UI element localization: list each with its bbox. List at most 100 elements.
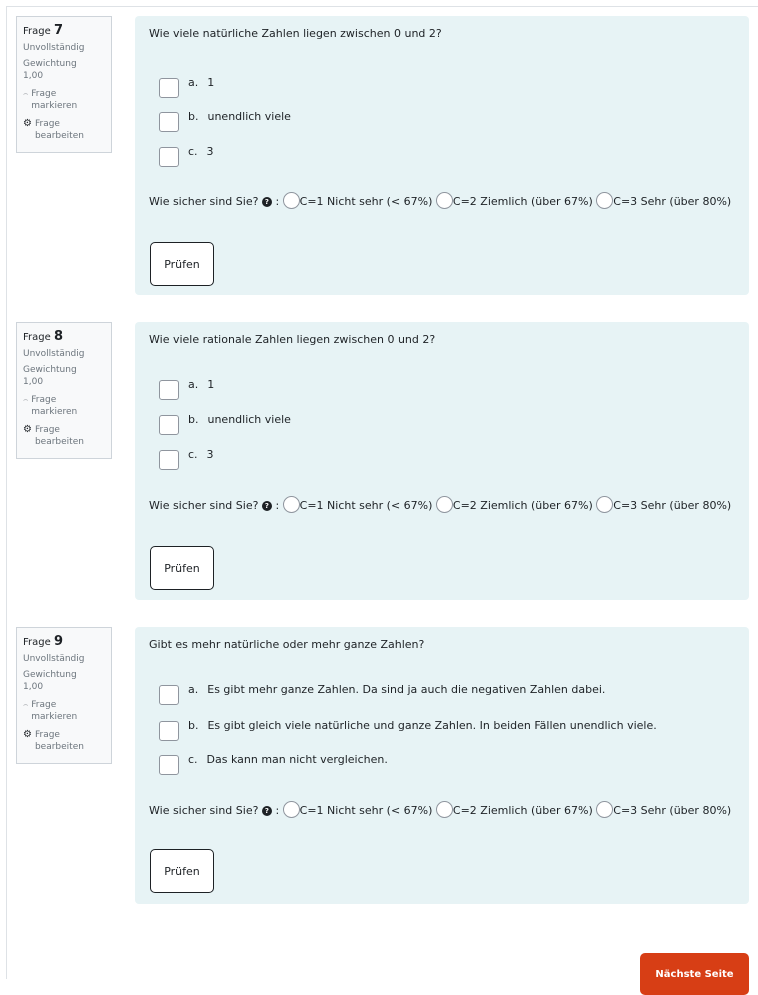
certainty-radio-1[interactable] [282,801,300,818]
answer-letter: b. [188,110,199,123]
certainty-selector: Wie sicher sind Sie? ? : C=1 Nicht sehr … [149,496,739,515]
question-weight-value: 1,00 [23,377,44,387]
question-number: Frage 8 [23,329,63,344]
question-content: Wie viele natürliche Zahlen liegen zwisc… [135,16,749,295]
certainty-radio-3[interactable] [596,496,614,513]
question-weight-label: Gewichtung [23,59,77,69]
answer-text: Es gibt mehr ganze Zahlen. Da sind ja au… [207,683,606,696]
certainty-colon: : [275,195,280,208]
answer-checkbox[interactable] [159,755,179,775]
flag-question-link[interactable]: ⌢ Frage markieren [23,394,105,418]
answer-checkbox[interactable] [159,721,179,741]
help-icon[interactable]: ? [261,501,272,511]
page-border-top [6,6,758,7]
help-icon[interactable]: ? [261,806,272,816]
edit-question-label: Frage bearbeiten [34,730,84,752]
certainty-radio-2[interactable] [435,496,453,513]
certainty-option-2: C=2 Ziemlich (über 67%) [452,804,593,817]
answer-letter: a. [188,76,199,89]
certainty-radio-2[interactable] [435,192,453,209]
certainty-colon: : [275,804,280,817]
certainty-radio-1[interactable] [282,192,300,209]
certainty-radio-1[interactable] [282,496,300,513]
edit-question-label: Frage bearbeiten [34,119,84,141]
question-weight-value: 1,00 [23,71,44,81]
answer-checkbox[interactable] [159,78,179,98]
answer-option-c[interactable]: c. 3 [159,145,214,167]
answer-letter: c. [188,145,198,158]
question-status: Unvollständig [23,43,85,53]
certainty-option-3: C=3 Sehr (über 80%) [613,804,732,817]
answer-text: unendlich viele [207,110,291,123]
check-button[interactable]: Prüfen [150,849,214,893]
certainty-option-3: C=3 Sehr (über 80%) [613,499,732,512]
certainty-option-2: C=2 Ziemlich (über 67%) [452,499,593,512]
certainty-option-1: C=1 Nicht sehr (< 67%) [299,499,433,512]
answer-letter: c. [188,753,198,766]
answer-text: 3 [206,448,214,461]
gear-icon: ⚙ [23,118,32,129]
edit-question-link[interactable]: ⚙ Frage bearbeiten [23,424,105,448]
flag-question-label: Frage markieren [31,395,78,417]
question-info: Frage 9 Unvollständig Gewichtung 1,00 ⌢ … [16,627,112,764]
answer-checkbox[interactable] [159,147,179,167]
question-text: Wie viele rationale Zahlen liegen zwisch… [149,333,436,346]
certainty-radio-3[interactable] [596,192,614,209]
check-button[interactable]: Prüfen [150,546,214,590]
answer-letter: b. [188,719,199,732]
answer-option-a[interactable]: a. Es gibt mehr ganze Zahlen. Da sind ja… [159,683,605,705]
question-content: Gibt es mehr natürliche oder mehr ganze … [135,627,749,904]
question-status: Unvollständig [23,654,85,664]
answer-option-a[interactable]: a. 1 [159,76,214,98]
answer-option-c[interactable]: c. Das kann man nicht vergleichen. [159,753,388,775]
answer-option-b[interactable]: b. unendlich viele [159,110,291,132]
edit-question-link[interactable]: ⚙ Frage bearbeiten [23,729,105,753]
answer-text: unendlich viele [207,413,291,426]
answer-checkbox[interactable] [159,685,179,705]
flag-question-label: Frage markieren [31,700,78,722]
answer-option-c[interactable]: c. 3 [159,448,214,470]
answer-text: 1 [207,378,215,391]
answer-checkbox[interactable] [159,112,179,132]
check-button[interactable]: Prüfen [150,242,214,286]
question-text: Wie viele natürliche Zahlen liegen zwisc… [149,27,442,40]
answer-text: Es gibt gleich viele natürliche und ganz… [207,719,657,732]
certainty-option-1: C=1 Nicht sehr (< 67%) [299,804,433,817]
certainty-prompt: Wie sicher sind Sie? [149,804,259,817]
flag-icon: ⌢ [23,89,29,98]
flag-question-link[interactable]: ⌢ Frage markieren [23,88,105,112]
certainty-prompt: Wie sicher sind Sie? [149,195,259,208]
answer-checkbox[interactable] [159,450,179,470]
question-info: Frage 8 Unvollständig Gewichtung 1,00 ⌢ … [16,322,112,459]
question-number: Frage 7 [23,23,63,38]
certainty-radio-3[interactable] [596,801,614,818]
flag-icon: ⌢ [23,395,29,404]
page-border-left [6,6,7,979]
answer-text: 3 [206,145,214,158]
answer-option-a[interactable]: a. 1 [159,378,214,400]
question-weight-label: Gewichtung [23,670,77,680]
certainty-colon: : [275,499,280,512]
answer-option-b[interactable]: b. Es gibt gleich viele natürliche und g… [159,719,657,741]
answer-text: 1 [207,76,215,89]
next-page-button[interactable]: Nächste Seite [640,953,749,995]
answer-text: Das kann man nicht vergleichen. [206,753,388,766]
question-status: Unvollständig [23,349,85,359]
edit-question-link[interactable]: ⚙ Frage bearbeiten [23,118,105,142]
question-weight-value: 1,00 [23,682,44,692]
answer-option-b[interactable]: b. unendlich viele [159,413,291,435]
answer-letter: b. [188,413,199,426]
answer-checkbox[interactable] [159,380,179,400]
answer-letter: a. [188,378,199,391]
flag-question-link[interactable]: ⌢ Frage markieren [23,699,105,723]
gear-icon: ⚙ [23,424,32,435]
question-weight-label: Gewichtung [23,365,77,375]
help-icon[interactable]: ? [261,197,272,207]
answer-letter: a. [188,683,199,696]
certainty-prompt: Wie sicher sind Sie? [149,499,259,512]
certainty-radio-2[interactable] [435,801,453,818]
flag-question-label: Frage markieren [31,89,78,111]
answer-checkbox[interactable] [159,415,179,435]
certainty-option-1: C=1 Nicht sehr (< 67%) [299,195,433,208]
question-content: Wie viele rationale Zahlen liegen zwisch… [135,322,749,600]
